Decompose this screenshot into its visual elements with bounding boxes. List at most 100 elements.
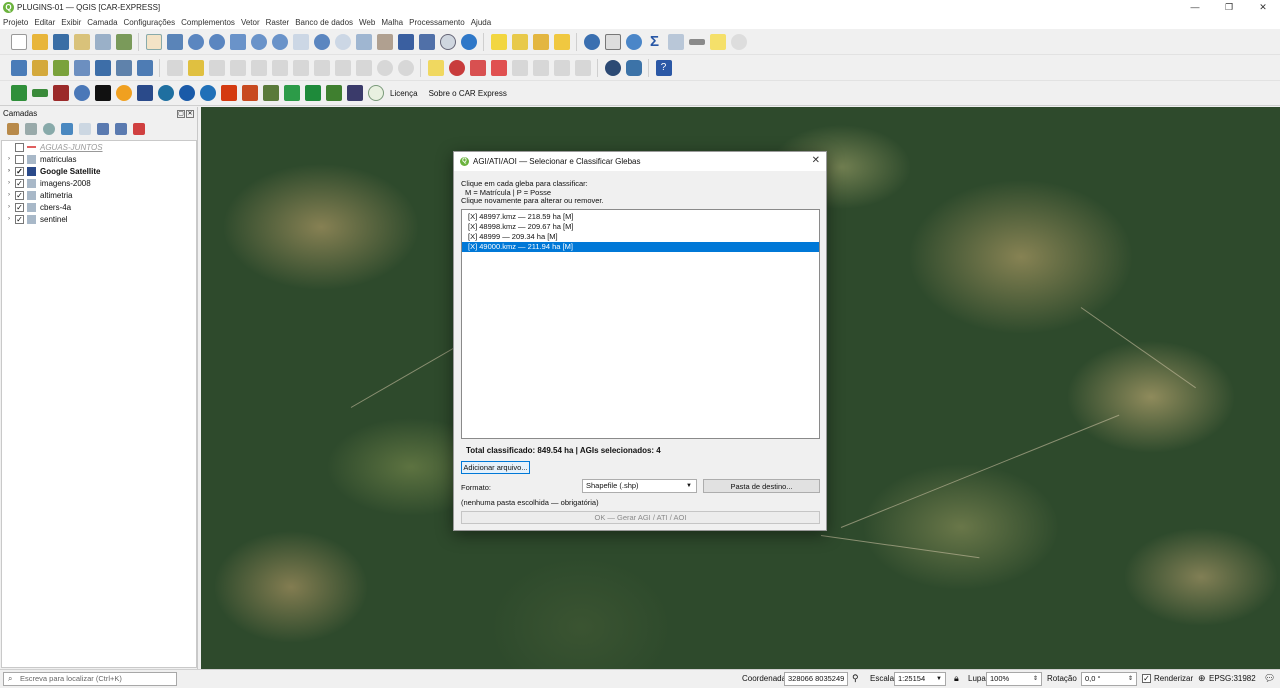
close-panel-icon[interactable]: ✕ — [186, 110, 194, 118]
add-vector-icon[interactable] — [52, 59, 69, 76]
menu-vetor[interactable]: Vetor — [241, 18, 260, 27]
destination-folder-button[interactable]: Pasta de destino... — [703, 479, 820, 493]
measure-icon[interactable] — [688, 38, 705, 45]
zoom-last-icon[interactable] — [313, 33, 330, 50]
add-raster-icon[interactable] — [115, 59, 132, 76]
car-ring-icon[interactable] — [367, 85, 384, 101]
car-book-icon[interactable] — [52, 85, 69, 101]
plugin-globe-icon[interactable] — [604, 59, 621, 76]
label-tool-icon[interactable] — [427, 59, 444, 76]
coordinate-field[interactable]: 328066 8035249 — [784, 672, 848, 686]
car-river-icon[interactable] — [283, 85, 300, 101]
temporal-icon[interactable] — [439, 33, 456, 50]
car-sun-icon[interactable] — [115, 85, 132, 101]
expand-all-icon[interactable] — [97, 123, 109, 135]
add-group-icon[interactable] — [25, 123, 37, 135]
new-project-icon[interactable] — [10, 33, 27, 50]
layer-row-cbers-4a[interactable]: › ✓ cbers-4a — [2, 201, 196, 213]
layer-checkbox[interactable]: ✓ — [15, 190, 24, 200]
menu-configuracoes[interactable]: Configurações — [124, 18, 176, 27]
zoom-in-icon[interactable] — [187, 33, 204, 50]
select-location-icon[interactable] — [553, 33, 570, 50]
new-geopackage-icon[interactable] — [31, 59, 48, 76]
open-table-icon[interactable] — [667, 33, 684, 50]
menu-raster[interactable]: Raster — [266, 18, 290, 27]
menu-malha[interactable]: Malha — [381, 18, 403, 27]
save-edits-icon[interactable] — [208, 59, 225, 76]
layer-checkbox[interactable]: ✓ — [15, 202, 24, 212]
pan-hand-icon[interactable] — [145, 33, 162, 50]
show-labels-icon[interactable] — [469, 59, 486, 76]
car-compass-icon[interactable] — [94, 85, 111, 101]
layer-checkbox[interactable] — [15, 142, 24, 152]
bookmark-new-icon[interactable] — [397, 33, 414, 50]
layer-checkbox[interactable]: ✓ — [15, 166, 24, 176]
open-project-icon[interactable] — [31, 33, 48, 50]
car-house-icon[interactable] — [325, 85, 342, 101]
format-select[interactable]: Shapefile (.shp) ▼ — [582, 479, 697, 493]
expand-arrow-icon[interactable]: › — [5, 216, 13, 222]
layer-row-altimetria[interactable]: › ✓ altimetria — [2, 189, 196, 201]
menu-banco-de-dados[interactable]: Banco de dados — [295, 18, 353, 27]
car-gear-icon[interactable] — [73, 85, 90, 101]
manage-themes-icon[interactable] — [43, 123, 55, 135]
magnifier-field[interactable]: 100% ⇕ — [986, 672, 1042, 686]
attribute-table-icon[interactable] — [604, 33, 621, 50]
processing-toolbox-icon[interactable] — [625, 33, 642, 50]
diagram-icon[interactable] — [574, 59, 591, 76]
vertex-tool-icon[interactable] — [250, 59, 267, 76]
identify-icon[interactable] — [583, 33, 600, 50]
statistics-sigma-icon[interactable]: Σ — [646, 33, 663, 50]
zoom-next-icon[interactable] — [334, 33, 351, 50]
pin-labels-icon[interactable] — [448, 59, 465, 76]
toggle-editing-icon[interactable] — [166, 59, 183, 76]
paste-features-icon[interactable] — [355, 59, 372, 76]
expand-arrow-icon[interactable]: › — [5, 168, 13, 174]
gleba-list-item[interactable]: [X] 48999 — 209.34 ha [M] — [462, 232, 819, 242]
maximize-icon[interactable]: ❐ — [1212, 0, 1246, 15]
move-label-icon[interactable] — [511, 59, 528, 76]
layer-checkbox[interactable]: ✓ — [15, 178, 24, 188]
pan-to-selection-icon[interactable] — [166, 33, 183, 50]
layer-row-google-satellite[interactable]: › ✓ Google Satellite — [2, 165, 196, 177]
print-layout-icon[interactable] — [73, 33, 90, 50]
gleba-list-item[interactable]: [X] 48997.kmz — 218.59 ha [M] — [462, 212, 819, 222]
highlight-labels-icon[interactable] — [490, 59, 507, 76]
redo-icon[interactable] — [397, 59, 414, 76]
layer-row-aguas-juntos[interactable]: AGUAS-JUNTOS — [2, 141, 196, 153]
menu-exibir[interactable]: Exibir — [61, 18, 81, 27]
rotate-label-icon[interactable] — [532, 59, 549, 76]
menu-complementos[interactable]: Complementos — [181, 18, 235, 27]
add-virtual-layer-icon[interactable] — [136, 59, 153, 76]
map-tips-icon[interactable] — [709, 33, 726, 50]
expand-arrow-icon[interactable]: › — [5, 156, 13, 162]
menu-ajuda[interactable]: Ajuda — [471, 18, 491, 27]
change-label-icon[interactable] — [553, 59, 570, 76]
python-console-icon[interactable] — [625, 59, 642, 76]
rotation-field[interactable]: 0,0 ° ⇕ — [1081, 672, 1137, 686]
menu-web[interactable]: Web — [359, 18, 375, 27]
zoom-selection-icon[interactable] — [250, 33, 267, 50]
add-delimited-icon[interactable] — [73, 59, 90, 76]
undo-icon[interactable] — [376, 59, 393, 76]
help-icon[interactable]: ? — [655, 59, 672, 76]
layer-checkbox[interactable] — [15, 154, 24, 164]
menu-camada[interactable]: Camada — [87, 18, 117, 27]
save-project-icon[interactable] — [52, 33, 69, 50]
add-feature-icon[interactable] — [229, 59, 246, 76]
car-arrow-icon[interactable] — [31, 89, 48, 97]
locator-search[interactable]: ⌕ Escreva para localizar (Ctrl+K) — [3, 672, 177, 686]
gleba-list[interactable]: [X] 48997.kmz — 218.59 ha [M] [X] 48998.… — [461, 209, 820, 439]
remove-layer-icon[interactable] — [133, 123, 145, 135]
filter-expression-icon[interactable] — [79, 123, 91, 135]
car-search-icon[interactable] — [178, 85, 195, 101]
car-map-icon[interactable] — [262, 85, 279, 101]
gleba-list-item-selected[interactable]: [X] 49000.kmz — 211.94 ha [M] — [462, 242, 819, 252]
delete-feature-icon[interactable] — [292, 59, 309, 76]
close-icon[interactable]: ✕ — [1246, 0, 1280, 15]
ok-generate-button[interactable]: OK — Gerar AGI / ATI / AOI — [461, 511, 820, 524]
zoom-full-icon[interactable] — [229, 33, 246, 50]
car-circle-icon[interactable] — [157, 85, 174, 101]
deselect-icon[interactable] — [532, 33, 549, 50]
annotation-icon[interactable] — [730, 33, 747, 50]
